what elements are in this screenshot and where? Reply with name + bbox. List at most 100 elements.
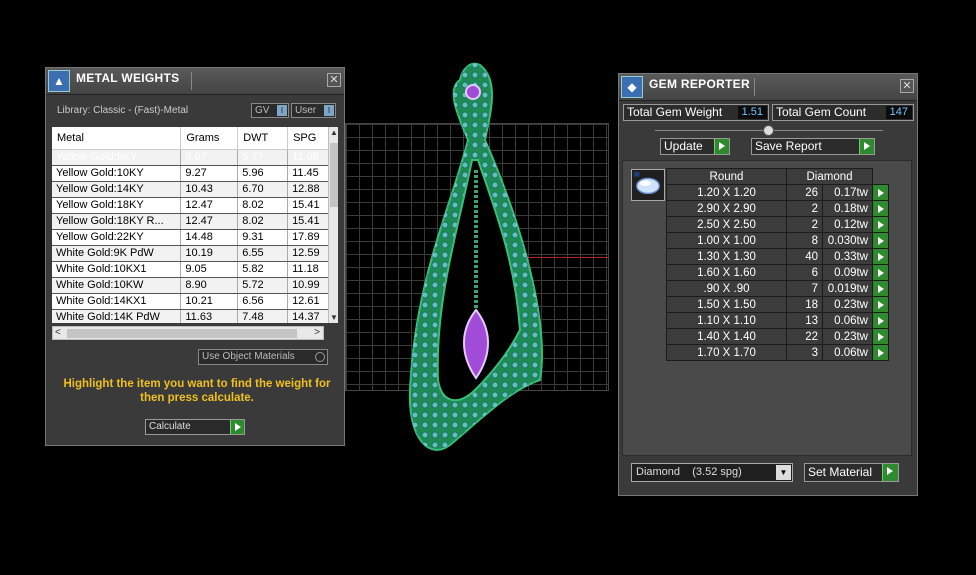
save-report-button[interactable]: Save Report [751, 138, 875, 155]
scroll-thumb[interactable] [330, 143, 338, 207]
metal-cell-metal: Yellow Gold:14KY [52, 181, 182, 198]
metal-cell-spg: 15.41 [287, 213, 332, 230]
select-gem-arrow-icon[interactable] [872, 248, 889, 265]
slider-handle[interactable] [763, 125, 774, 136]
metal-row[interactable]: Yellow Gold:18KY 12.47 8.02 15.41 [52, 197, 332, 214]
select-gem-arrow-icon[interactable] [872, 264, 889, 281]
select-gem-arrow-icon[interactable] [872, 296, 889, 313]
scroll-up-icon[interactable]: ▲ [329, 128, 338, 137]
gem-report-area: Round Diamond 1.20 X 1.20 26 0.17tw 2.90 X … [622, 160, 912, 456]
select-gem-arrow-icon[interactable] [872, 344, 889, 361]
metal-row[interactable]: Yellow Gold:18KY R... 12.47 8.02 15.41 [52, 213, 332, 230]
gem-row: 1.10 X 1.10 13 0.06tw [666, 312, 889, 329]
metal-cell-metal: Yellow Gold:22KY [52, 229, 182, 246]
gem-cell-size: 1.20 X 1.20 [666, 184, 787, 201]
gem-cell-tw: 0.09tw [822, 264, 873, 281]
col-grams[interactable]: Grams [180, 127, 239, 150]
metal-cell-spg: 14.37 [287, 309, 332, 323]
pendant-model[interactable] [390, 60, 550, 460]
chevron-down-icon[interactable]: ▼ [776, 465, 791, 480]
metal-cell-spg: 12.61 [287, 293, 332, 310]
gem-cell-tw: 0.18tw [822, 200, 873, 217]
round-diamond-icon[interactable] [631, 169, 665, 201]
metal-row[interactable]: Yellow Gold:14KY 10.43 6.70 12.88 [52, 181, 332, 198]
col-dwt[interactable]: DWT [237, 127, 289, 150]
metal-cell-grams: 8.90 [180, 277, 239, 294]
gem-cell-size: 1.40 X 1.40 [666, 328, 787, 345]
metal-vertical-scrollbar[interactable]: ▲ ▼ [328, 127, 338, 323]
metal-cell-grams: 9.05 [180, 261, 239, 278]
metal-titlebar[interactable]: ▲ METAL WEIGHTS ✕ [46, 68, 344, 95]
gem-cell-count: 40 [786, 248, 823, 265]
set-material-button[interactable]: Set Material [804, 463, 899, 482]
metal-table: Metal Grams DWT SPG Yellow Gold:9KY 8.97 5… [52, 127, 332, 323]
metal-row[interactable]: Yellow Gold:22KY 14.48 9.31 17.89 [52, 229, 332, 246]
gem-reporter-panel: ◆ GEM REPORTER ✕ Total Gem Weight 1.51 T… [618, 73, 918, 496]
scroll-down-icon[interactable]: ▼ [329, 313, 338, 322]
gem-cell-count: 2 [786, 200, 823, 217]
metal-cell-spg: 12.88 [287, 181, 332, 198]
gem-row: 1.70 X 1.70 3 0.06tw [666, 344, 889, 361]
title-divider [191, 72, 192, 90]
metal-cell-spg: 15.41 [287, 197, 332, 214]
gem-cell-count: 13 [786, 312, 823, 329]
gem-row: 1.50 X 1.50 18 0.23tw [666, 296, 889, 313]
select-gem-arrow-icon[interactable] [872, 184, 889, 201]
set-material-label: Set Material [808, 465, 873, 479]
metal-cell-metal: White Gold:14KX1 [52, 293, 182, 310]
gv-toggle-label: GV [255, 105, 270, 116]
gem-titlebar[interactable]: ◆ GEM REPORTER ✕ [619, 74, 917, 101]
toggle-knob-icon: I [277, 105, 287, 116]
metal-row[interactable]: White Gold:14K PdW 11.63 7.48 14.37 [52, 309, 332, 323]
use-object-materials-toggle[interactable]: Use Object Materials [198, 349, 328, 365]
gem-cell-size: 1.50 X 1.50 [666, 296, 787, 313]
gem-cell-count: 2 [786, 216, 823, 233]
metal-cell-dwt: 8.02 [237, 197, 289, 214]
total-gem-count: Total Gem Count 147 [772, 104, 914, 121]
metal-cell-metal: Yellow Gold:9KY [52, 149, 182, 166]
metal-row[interactable]: White Gold:10KX1 9.05 5.82 11.18 [52, 261, 332, 278]
gem-cell-tw: 0.17tw [822, 184, 873, 201]
metal-horizontal-scrollbar[interactable]: < > [52, 326, 324, 340]
select-gem-arrow-icon[interactable] [872, 280, 889, 297]
gem-cell-size: 1.60 X 1.60 [666, 264, 787, 281]
metal-row[interactable]: White Gold:14KX1 10.21 6.56 12.61 [52, 293, 332, 310]
scroll-left-icon[interactable]: < [55, 327, 61, 339]
gem-cell-size: 2.50 X 2.50 [666, 216, 787, 233]
close-button[interactable]: ✕ [327, 73, 341, 87]
save-report-label: Save Report [755, 139, 822, 153]
instruction-text: Highlight the item you want to find the … [63, 378, 331, 404]
close-button[interactable]: ✕ [900, 79, 914, 93]
gem-row: 1.20 X 1.20 26 0.17tw [666, 184, 889, 201]
title-divider [754, 78, 755, 96]
gv-toggle[interactable]: GV I [251, 103, 289, 118]
select-gem-arrow-icon[interactable] [872, 232, 889, 249]
gem-cell-size: 2.90 X 2.90 [666, 200, 787, 217]
metal-row[interactable]: White Gold:9K PdW 10.19 6.55 12.59 [52, 245, 332, 262]
metal-cell-metal: White Gold:10KW [52, 277, 182, 294]
calculate-button[interactable]: Calculate [145, 419, 245, 435]
col-spg[interactable]: SPG [287, 127, 332, 150]
col-metal[interactable]: Metal [52, 127, 182, 150]
radio-icon [315, 352, 325, 362]
metal-cell-grams: 10.19 [180, 245, 239, 262]
gem-cell-tw: 0.23tw [822, 296, 873, 313]
gem-cell-count: 6 [786, 264, 823, 281]
scroll-thumb[interactable] [67, 329, 297, 338]
metal-cell-spg: 11.08 [287, 149, 332, 166]
select-gem-arrow-icon[interactable] [872, 200, 889, 217]
metal-cell-grams: 14.48 [180, 229, 239, 246]
user-toggle[interactable]: User I [291, 103, 336, 118]
scroll-right-icon[interactable]: > [314, 327, 320, 339]
metal-cell-metal: White Gold:9K PdW [52, 245, 182, 262]
material-select[interactable]: Diamond (3.52 spg) ▼ [631, 463, 793, 482]
metal-cell-spg: 11.45 [287, 165, 332, 182]
metal-row[interactable]: White Gold:10KW 8.90 5.72 10.99 [52, 277, 332, 294]
metal-cell-grams: 9.27 [180, 165, 239, 182]
select-gem-arrow-icon[interactable] [872, 328, 889, 345]
metal-row[interactable]: Yellow Gold:9KY 8.97 5.77 11.08 [52, 149, 332, 166]
select-gem-arrow-icon[interactable] [872, 216, 889, 233]
select-gem-arrow-icon[interactable] [872, 312, 889, 329]
metal-row[interactable]: Yellow Gold:10KY 9.27 5.96 11.45 [52, 165, 332, 182]
update-button[interactable]: Update [660, 138, 730, 155]
